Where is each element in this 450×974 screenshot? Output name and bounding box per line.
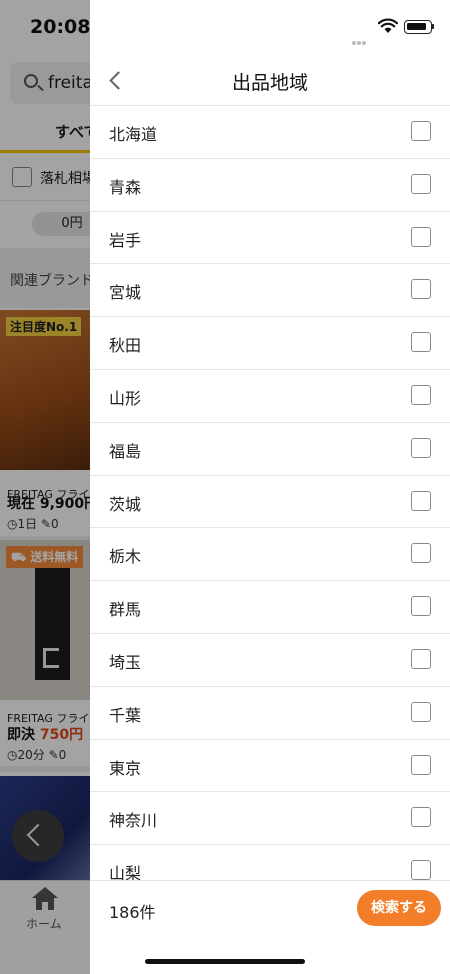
region-row-akita[interactable]: 秋田	[90, 317, 450, 370]
region-label: 埼玉	[109, 652, 142, 672]
region-label: 千葉	[109, 705, 142, 725]
region-row-iwate[interactable]: 岩手	[90, 212, 450, 265]
region-checkbox[interactable]	[411, 543, 431, 564]
region-row-saitama[interactable]: 埼玉	[90, 634, 450, 687]
region-label: 福島	[109, 441, 142, 461]
region-row-yamagata[interactable]: 山形	[90, 370, 450, 423]
region-checkbox[interactable]	[411, 754, 431, 775]
region-row-ibaraki[interactable]: 茨城	[90, 476, 450, 529]
region-row-gunma[interactable]: 群馬	[90, 581, 450, 634]
result-count: 186件	[109, 903, 156, 922]
region-row-yamanashi[interactable]: 山梨	[90, 845, 450, 880]
region-label: 宮城	[109, 283, 142, 303]
region-checkbox[interactable]	[411, 490, 431, 511]
region-checkbox[interactable]	[411, 596, 431, 617]
wifi-icon	[378, 18, 398, 33]
region-checkbox[interactable]	[411, 332, 431, 353]
region-checkbox[interactable]	[411, 173, 431, 194]
region-label: 神奈川	[109, 811, 158, 831]
drawer-footer: 186件 検索する	[90, 880, 450, 974]
region-label: 山形	[109, 388, 142, 408]
region-row-hokkaido[interactable]: 北海道	[90, 106, 450, 159]
region-checkbox[interactable]	[411, 807, 431, 828]
region-list[interactable]: 北海道 青森 岩手 宮城 秋田 山形 福島 茨城 栃木 群馬 埼玉 千葉 東京 …	[90, 106, 450, 880]
region-checkbox[interactable]	[411, 226, 431, 247]
region-label: 山梨	[109, 864, 142, 880]
region-row-fukushima[interactable]: 福島	[90, 423, 450, 476]
region-row-aomori[interactable]: 青森	[90, 159, 450, 212]
region-label: 東京	[109, 758, 142, 778]
battery-icon	[404, 20, 434, 34]
region-filter-drawer: 出品地域 北海道 青森 岩手 宮城 秋田 山形 福島 茨城 栃木 群馬 埼玉 千…	[90, 0, 450, 974]
region-checkbox[interactable]	[411, 384, 431, 405]
region-checkbox[interactable]	[411, 701, 431, 722]
region-label: 秋田	[109, 336, 142, 356]
region-row-kanagawa[interactable]: 神奈川	[90, 792, 450, 846]
region-checkbox[interactable]	[411, 279, 431, 300]
region-label: 茨城	[109, 494, 142, 514]
region-checkbox[interactable]	[411, 121, 431, 141]
home-indicator	[145, 959, 305, 964]
region-row-miyagi[interactable]: 宮城	[90, 264, 450, 318]
drawer-header: 出品地域	[90, 56, 450, 106]
region-label: 北海道	[109, 125, 158, 144]
region-label: 栃木	[109, 547, 142, 567]
region-label: 岩手	[109, 230, 142, 250]
region-label: 青森	[109, 177, 142, 197]
drawer-title: 出品地域	[231, 72, 308, 94]
search-button[interactable]: 検索する	[357, 890, 441, 926]
region-row-tochigi[interactable]: 栃木	[90, 528, 450, 582]
region-row-chiba[interactable]: 千葉	[90, 687, 450, 740]
region-checkbox[interactable]	[411, 648, 431, 669]
region-checkbox[interactable]	[411, 860, 431, 880]
signal-icon	[352, 30, 370, 45]
region-row-tokyo[interactable]: 東京	[90, 740, 450, 793]
region-checkbox[interactable]	[411, 437, 431, 458]
region-label: 群馬	[109, 600, 142, 620]
